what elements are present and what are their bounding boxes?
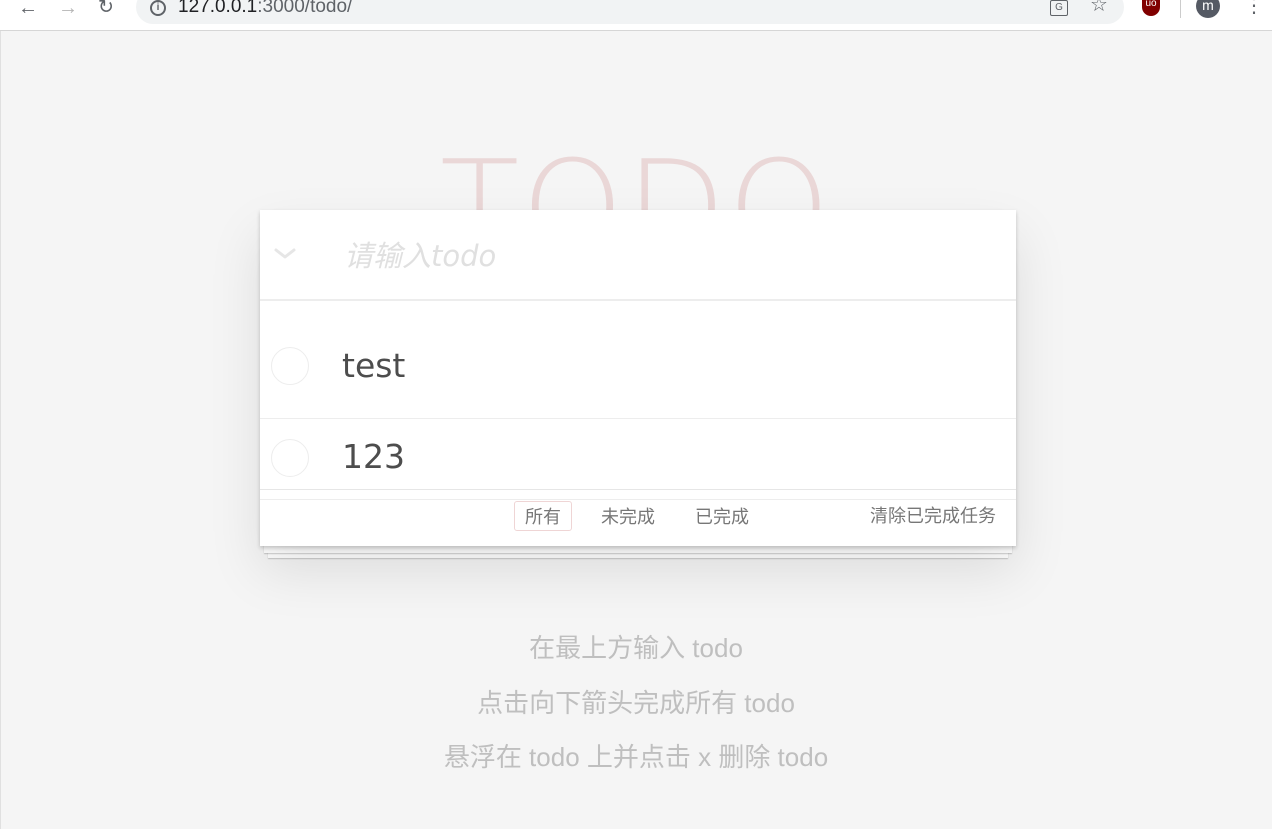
info-line: 悬浮在 todo 上并点击 x 删除 todo [443, 742, 829, 772]
profile-avatar[interactable]: m [1196, 0, 1220, 18]
bookmark-star-icon[interactable]: ☆ [1090, 0, 1108, 15]
todo-item[interactable]: 123 [260, 419, 1016, 500]
todo-toggle-checkbox[interactable] [271, 439, 309, 477]
todo-header [260, 210, 1016, 301]
clear-completed-button[interactable]: 清除已完成任务 [870, 501, 996, 531]
ublock-extension-icon[interactable]: uo [1142, 0, 1160, 16]
forward-arrow-icon[interactable]: → [58, 0, 78, 18]
url-path: :3000/todo/ [257, 0, 353, 17]
url-host: 127.0.0.1 [178, 0, 258, 17]
info-line: 点击向下箭头完成所有 todo [477, 687, 795, 718]
info-footer: 在最上方输入 todo 点击向下箭头完成所有 todo 悬浮在 todo 上并点… [0, 628, 1272, 792]
toolbar-divider [1180, 0, 1181, 18]
todo-list: test 123 [260, 338, 1016, 500]
url-text[interactable]: 127.0.0.1:3000/todo/ [178, 0, 352, 18]
info-line: 在最上方输入 todo [529, 633, 743, 663]
filter-completed[interactable]: 已完成 [684, 501, 760, 531]
address-bar[interactable]: i 127.0.0.1:3000/todo/ G ☆ [136, 0, 1124, 24]
todo-toggle-checkbox[interactable] [271, 347, 309, 385]
todo-item-label[interactable]: test [342, 346, 405, 386]
back-arrow-icon[interactable]: ← [18, 0, 38, 18]
todo-item[interactable]: test [260, 338, 1016, 419]
reload-icon[interactable]: ↻ [98, 0, 114, 18]
site-info-icon[interactable]: i [150, 0, 166, 16]
translate-icon[interactable]: G [1050, 0, 1068, 16]
filter-active[interactable]: 未完成 [590, 501, 666, 531]
filter-all[interactable]: 所有 [514, 501, 572, 531]
todo-app-card: test 123 所有 未完成 已完成 清除已完成任务 [260, 210, 1016, 546]
browser-menu-icon[interactable]: ⋮ [1244, 0, 1264, 16]
browser-toolbar: ← → ↻ i 127.0.0.1:3000/todo/ G ☆ uo m ⋮ [0, 0, 1272, 31]
toggle-all-chevron-down-icon[interactable] [272, 240, 298, 266]
todo-item-label[interactable]: 123 [342, 437, 405, 477]
new-todo-input[interactable] [342, 230, 986, 282]
todo-footer: 所有 未完成 已完成 清除已完成任务 [260, 489, 1016, 547]
